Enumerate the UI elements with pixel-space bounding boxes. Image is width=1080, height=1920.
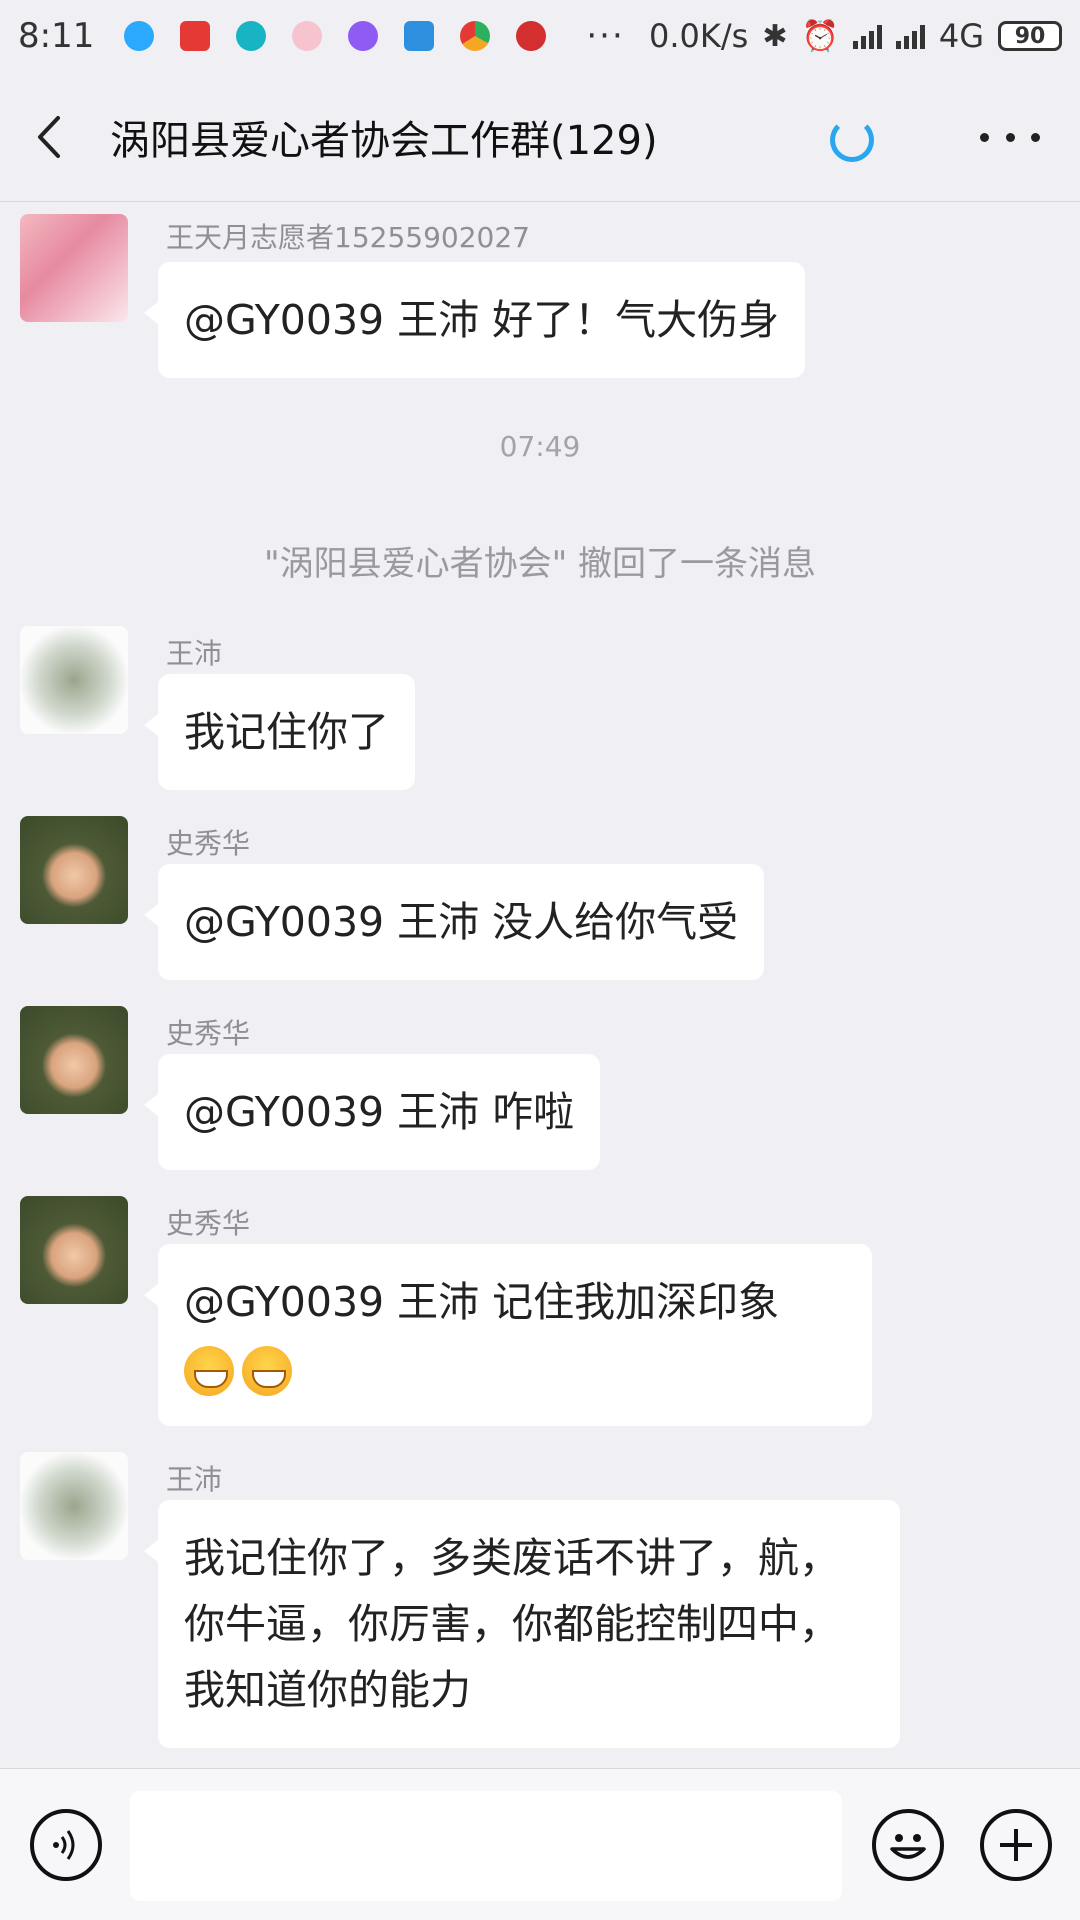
sender-name: 史秀华: [166, 1017, 251, 1050]
avatar[interactable]: [20, 626, 128, 734]
avatar[interactable]: [20, 214, 128, 322]
sender-name: 王沛: [166, 1463, 223, 1496]
recall-notice: "涡阳县爱心者协会" 撤回了一条消息: [263, 544, 817, 584]
avatar[interactable]: [20, 1006, 128, 1114]
battery-level: 90: [1014, 23, 1046, 49]
message-bubble[interactable]: 我记住你了: [144, 674, 415, 790]
smiley-icon: [890, 1834, 926, 1859]
chevron-left-icon: [38, 115, 60, 158]
signal-icon: [852, 23, 882, 49]
play-icon: [348, 21, 379, 51]
message-text-line: 我知道你的能力: [184, 1666, 471, 1714]
message-text: @GY0039 王沛 咋啦: [184, 1088, 575, 1136]
chat-screen: 8:11 ··· 0.0K/s ✱ ⏰ 4G 90 涡阳县爱心者协会工作群(12…: [0, 0, 1080, 1920]
color-circle-icon: [460, 21, 491, 51]
sender-name: 王沛: [166, 637, 223, 670]
more-notifications-icon: ···: [586, 16, 625, 56]
message-text: @GY0039 王沛 记住我加深印象: [184, 1278, 780, 1326]
more-actions-button[interactable]: [980, 1809, 1052, 1881]
toutiao-icon: [180, 21, 211, 51]
message-bubble[interactable]: 我记住你了，多类废话不讲了，航， 你牛逼，你厉害，你都能控制四中， 我知道你的能…: [144, 1500, 900, 1748]
app-icon: [292, 21, 323, 51]
more-options-button[interactable]: [980, 112, 1040, 162]
bluetooth-icon: ✱: [762, 18, 788, 54]
network-speed: 0.0K/s: [649, 17, 749, 55]
sender-name: 史秀华: [166, 1207, 251, 1240]
red-app-icon: [516, 21, 547, 51]
sender-name: 王天月志愿者15255902027: [166, 221, 530, 254]
grinning-emoji-icon: [184, 1346, 234, 1396]
message-bubble[interactable]: @GY0039 王沛 咋啦: [143, 1054, 601, 1170]
message-text-line: 我记住你了，多类废话不讲了，航，: [184, 1534, 840, 1582]
back-button[interactable]: [0, 72, 100, 201]
grinning-emoji-icon: [242, 1346, 292, 1396]
chat-header: 涡阳县爱心者协会工作群(129): [0, 72, 1080, 202]
qq-icon: [124, 21, 155, 51]
timestamp: 07:49: [499, 430, 581, 463]
message-bubble[interactable]: @GY0039 王沛 没人给你气受: [143, 864, 765, 980]
globe-icon: [236, 21, 267, 51]
loading-spinner-icon: [830, 118, 874, 162]
status-bar: 8:11 ··· 0.0K/s ✱ ⏰ 4G 90: [0, 0, 1080, 72]
notification-icons: [124, 21, 547, 51]
message-text: 我记住你了: [184, 708, 389, 756]
signal-2-icon: [895, 23, 925, 49]
plus-icon: [1000, 1829, 1032, 1861]
status-right: 0.0K/s ✱ ⏰ 4G 90: [649, 17, 1062, 55]
battery-icon: 90: [998, 21, 1062, 51]
avatar[interactable]: [20, 1452, 128, 1560]
alarm-icon: ⏰: [801, 18, 839, 54]
message-text: @GY0039 王沛 没人给你气受: [184, 898, 739, 946]
message-bubble[interactable]: @GY0039 王沛 好了！气大伤身: [143, 262, 806, 378]
network-type: 4G: [938, 17, 984, 55]
message-bubble[interactable]: @GY0039 王沛 记住我加深印象: [144, 1244, 872, 1426]
message-text-line: 你牛逼，你厉害，你都能控制四中，: [184, 1600, 840, 1648]
chat-title: 涡阳县爱心者协会工作群(129): [110, 117, 658, 164]
message-input[interactable]: [130, 1791, 842, 1901]
bird-icon: [404, 21, 435, 51]
sender-name: 史秀华: [166, 827, 251, 860]
avatar[interactable]: [20, 1196, 128, 1304]
voice-button[interactable]: [30, 1809, 102, 1881]
voice-icon: [53, 1830, 75, 1860]
input-bar: [0, 1768, 1080, 1920]
emoji-row: [184, 1335, 846, 1401]
status-time: 8:11: [18, 16, 95, 56]
avatar[interactable]: [20, 816, 128, 924]
message-text: @GY0039 王沛 好了！气大伤身: [184, 296, 780, 344]
emoji-button[interactable]: [872, 1809, 944, 1881]
